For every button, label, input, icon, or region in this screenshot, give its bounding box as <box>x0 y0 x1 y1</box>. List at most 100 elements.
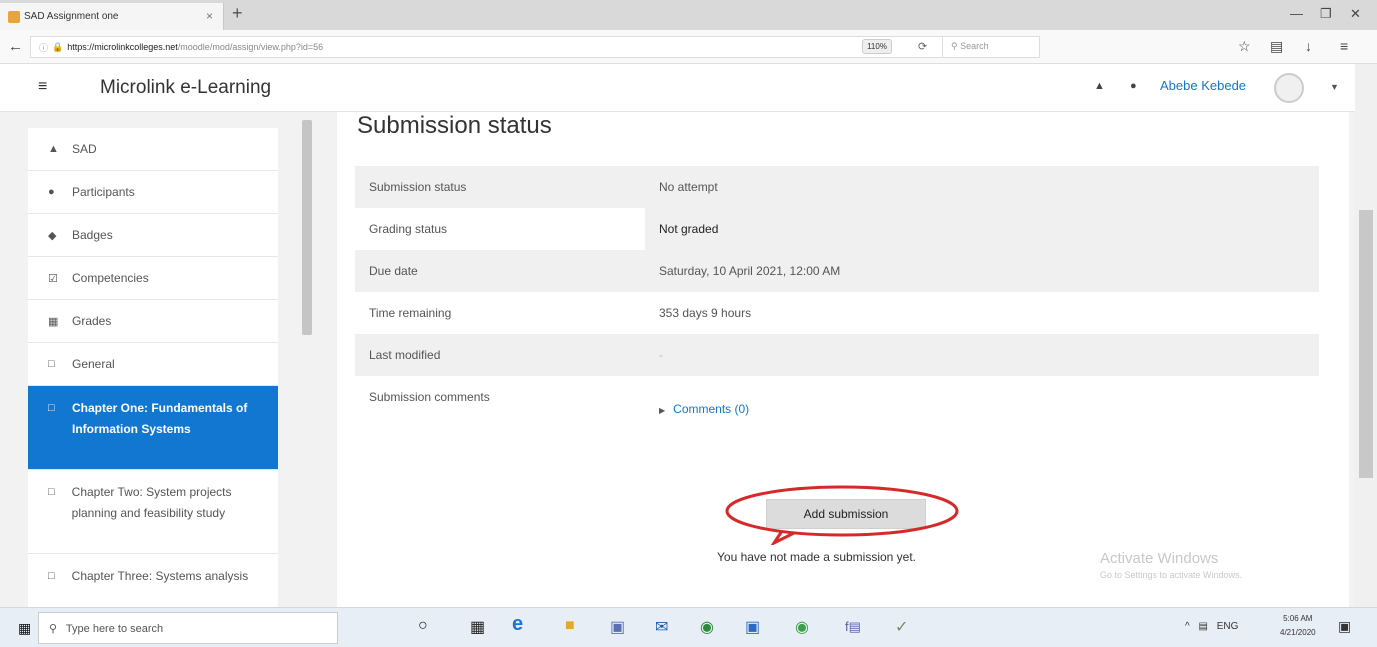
mail-icon[interactable]: ✉ <box>655 617 668 637</box>
clock-date: 4/21/2020 <box>1280 628 1316 637</box>
folder-icon: □ <box>48 358 55 370</box>
comments-cell: ▶ Comments (0) <box>645 376 1319 444</box>
globe-icon[interactable]: ◉ <box>700 617 714 637</box>
browser-search-input[interactable]: ⚲ Search <box>942 36 1037 58</box>
cortana-icon[interactable]: ○ <box>418 617 428 635</box>
sidebar-nav: ▲ SAD ● Participants ◆ Badges ☑ Competen… <box>28 128 278 607</box>
browser-tab[interactable]: SAD Assignment one × <box>0 3 224 30</box>
sidebar-item-chapter-three[interactable]: □ Chapter Three: Systems analysis <box>28 554 278 607</box>
sidebar-item-competencies[interactable]: ☑ Competencies <box>28 257 278 300</box>
bell-icon[interactable]: ▲ <box>1094 80 1105 92</box>
watermark-line-2: Go to Settings to activate Windows. <box>1100 570 1243 580</box>
app-icon[interactable]: f▤ <box>845 619 861 635</box>
bookmark-star-icon[interactable]: ☆ <box>1238 38 1251 55</box>
info-icon: ⓘ <box>39 42 49 53</box>
table-row: Submission comments ▶ Comments (0) <box>355 376 1319 444</box>
graduation-cap-icon: ▲ <box>48 143 59 155</box>
windows-start-icon[interactable]: ▦ <box>18 620 31 637</box>
edge-browser-icon[interactable]: e <box>512 613 523 636</box>
users-icon: ● <box>48 186 55 198</box>
tab-close-icon[interactable]: × <box>206 9 213 23</box>
sidebar-item-label: Competencies <box>72 271 149 285</box>
folder-icon: □ <box>48 402 55 414</box>
checklist-icon: ☑ <box>48 272 58 285</box>
chevron-down-icon[interactable]: ▼ <box>1330 82 1339 92</box>
file-explorer-icon[interactable]: ■ <box>565 617 575 635</box>
network-icon: ▤ <box>1198 621 1208 632</box>
folder-icon: □ <box>48 486 55 498</box>
user-name[interactable]: Abebe Kebede <box>1160 78 1246 93</box>
watermark-line-1: Activate Windows <box>1100 550 1219 567</box>
store-icon[interactable]: ▣ <box>610 617 625 637</box>
browser-navbar: ← ⓘ 🔒 https://microlinkcolleges.net /moo… <box>0 30 1377 64</box>
sidebar-item-general[interactable]: □ General <box>28 343 278 386</box>
row-label: Time remaining <box>369 306 452 320</box>
sidebar-item-label: Chapter Three: Systems analysis <box>71 569 249 583</box>
submission-card: Submission status Submission status No a… <box>337 112 1349 607</box>
taskbar-search-input[interactable]: ⚲ Type here to search <box>38 612 338 644</box>
table-row: Submission status No attempt <box>355 166 1319 208</box>
comments-link[interactable]: ▶ Comments (0) <box>659 402 749 416</box>
row-label: Grading status <box>355 208 645 250</box>
hamburger-menu-icon[interactable]: ≡ <box>38 78 47 96</box>
row-label: Due date <box>355 250 645 292</box>
sidebar-item-grades[interactable]: ▦ Grades <box>28 300 278 343</box>
avatar[interactable] <box>1274 73 1304 103</box>
sidebar-item-label: General <box>72 357 115 371</box>
sidebar-item-badges[interactable]: ◆ Badges <box>28 214 278 257</box>
minimize-icon[interactable]: — <box>1290 6 1303 21</box>
close-window-icon[interactable]: ✕ <box>1350 6 1361 22</box>
maximize-icon[interactable]: ❐ <box>1320 6 1332 22</box>
notepad-icon[interactable]: ✓ <box>895 617 908 637</box>
library-icon[interactable]: ▤ <box>1270 38 1283 55</box>
row-label: Submission status <box>355 166 645 208</box>
new-tab-button[interactable]: + <box>232 3 243 24</box>
moodle-favicon-icon <box>8 11 20 23</box>
word-icon[interactable]: ▣ <box>745 617 760 637</box>
tab-title: SAD Assignment one <box>24 11 119 22</box>
sidebar-scroll-thumb[interactable] <box>302 120 312 335</box>
submission-status-table: Submission status No attempt Grading sta… <box>355 166 1319 444</box>
language-indicator: ENG <box>1216 621 1239 632</box>
table-row: Due date Saturday, 10 April 2021, 12:00 … <box>355 250 1319 292</box>
back-arrow-icon[interactable]: ← <box>8 38 23 55</box>
course-sidebar: ▲ SAD ● Participants ◆ Badges ☑ Competen… <box>0 112 320 607</box>
clock-time: 5:06 AM <box>1283 614 1313 623</box>
download-icon[interactable]: ↓ <box>1305 38 1312 54</box>
sidebar-item-label: Badges <box>72 228 113 242</box>
row-value: - <box>645 334 1319 376</box>
no-submission-text: You have not made a submission yet. <box>717 550 917 564</box>
sidebar-item-chapter-one[interactable]: □ Chapter One: Fundamentals of Informati… <box>28 386 278 470</box>
row-value: 353 days 9 hours <box>659 306 752 320</box>
activate-windows-watermark: Activate Windows Go to Settings to activ… <box>1100 550 1242 580</box>
clock[interactable]: 5:06 AM 4/21/2020 <box>1280 612 1316 640</box>
task-view-icon[interactable]: ▦ <box>470 617 485 637</box>
chevron-up-icon: ^ <box>1185 621 1190 632</box>
url-path: /moodle/mod/assign/view.php?id=56 <box>177 42 324 52</box>
reload-icon[interactable]: ⟳ <box>918 40 927 53</box>
system-tray[interactable]: ^ ▤ ENG <box>1185 621 1238 632</box>
shield-icon: ◆ <box>48 229 57 242</box>
camtasia-icon[interactable]: ◉ <box>795 617 809 637</box>
caret-right-icon: ▶ <box>659 406 666 415</box>
sidebar-item-label: Participants <box>72 185 135 199</box>
page-title: Submission status <box>357 112 552 139</box>
zoom-level[interactable]: 110% <box>862 39 892 54</box>
url-host: https://microlinkcolleges.net <box>67 42 178 52</box>
table-row: Last modified - <box>355 334 1319 376</box>
search-placeholder: Search <box>960 41 989 51</box>
notification-icon[interactable]: ▣ <box>1338 618 1351 635</box>
page-scroll-thumb[interactable] <box>1359 210 1373 478</box>
menu-icon[interactable]: ≡ <box>1340 38 1348 54</box>
row-value: No attempt <box>645 166 1319 208</box>
sidebar-item-label: Chapter One: Fundamentals of Information… <box>72 401 248 436</box>
site-name[interactable]: Microlink e-Learning <box>100 77 271 99</box>
lock-icon: 🔒 <box>52 41 64 52</box>
add-submission-button[interactable]: Add submission <box>766 499 926 529</box>
sidebar-item-chapter-two[interactable]: □ Chapter Two: System projects planning … <box>28 470 278 554</box>
browser-tab-strip: SAD Assignment one × + — ❐ ✕ <box>0 0 1377 30</box>
sidebar-item-sad[interactable]: ▲ SAD <box>28 128 278 171</box>
row-value: Saturday, 10 April 2021, 12:00 AM <box>645 250 1319 292</box>
chat-icon[interactable]: ● <box>1130 80 1137 92</box>
sidebar-item-participants[interactable]: ● Participants <box>28 171 278 214</box>
